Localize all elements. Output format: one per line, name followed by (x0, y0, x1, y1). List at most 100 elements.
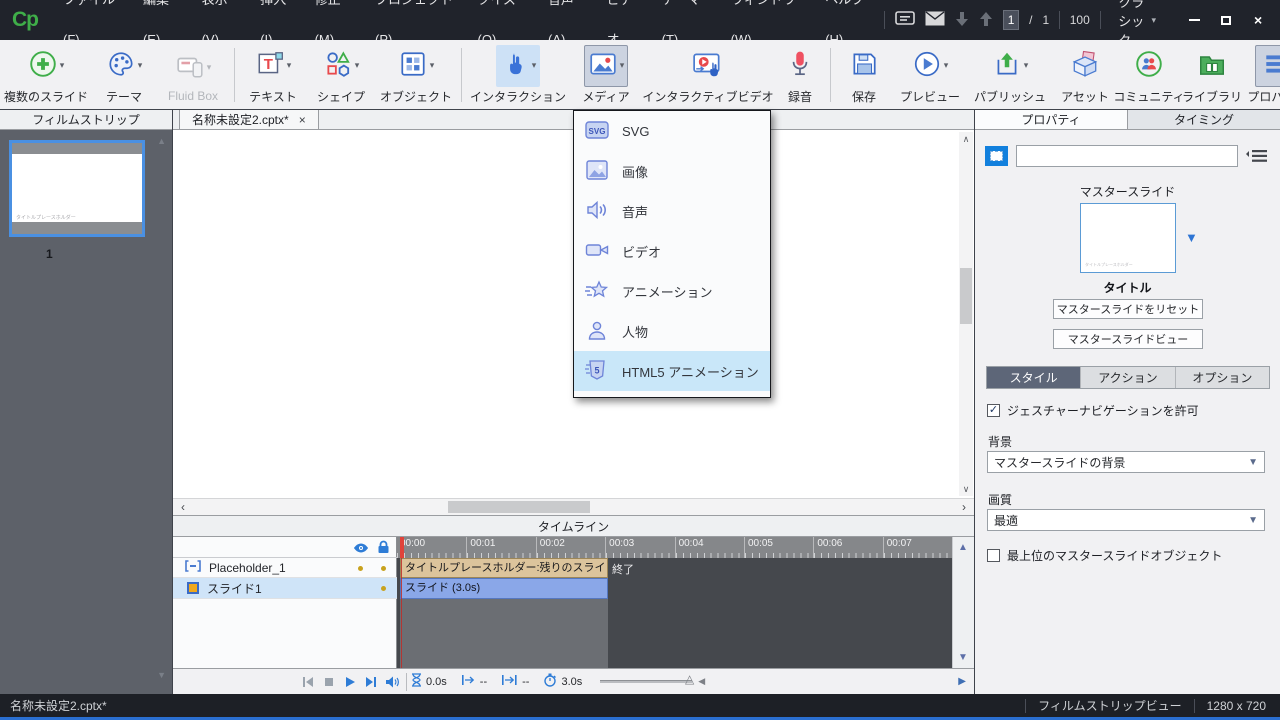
menu-item-audio[interactable]: 音声 (574, 191, 770, 231)
divider (1100, 11, 1101, 29)
community-button[interactable]: コミュニティ (1117, 42, 1181, 108)
toolbar-separator (234, 48, 235, 102)
slide-track-bar[interactable]: スライド (3.0s) (400, 578, 608, 599)
objects-button[interactable]: ▾ オブジェクト (375, 42, 457, 108)
close-button[interactable]: × (1244, 9, 1272, 31)
text-button[interactable]: T ▾ テキスト (239, 42, 307, 108)
save-button[interactable]: 保存 (835, 42, 893, 108)
media-button[interactable]: ▾ メディア (570, 42, 642, 108)
thumbnail-bottom-band (12, 222, 142, 234)
placeholder-track-bar[interactable]: タイトルプレースホルダー:残りのスライドで表示 (400, 558, 608, 578)
quality-select[interactable]: 最適 ▼ (987, 509, 1265, 531)
menu-item-image[interactable]: 画像 (574, 151, 770, 191)
slider-thumb[interactable]: △ (685, 672, 694, 686)
document-tab[interactable]: 名称未設定2.cptx* × (179, 110, 319, 129)
publish-button[interactable]: ▾ パブリッシュ (967, 42, 1053, 108)
filmstrip-header[interactable]: フィルムストリップ (0, 110, 172, 130)
master-slide-dropdown-icon[interactable]: ▼ (1185, 230, 1198, 245)
stop-button[interactable] (318, 672, 339, 692)
slide-icon (187, 582, 199, 594)
view-mode-selector[interactable]: フィルムストリップビュー (1038, 697, 1182, 714)
timeline-header[interactable]: タイムライン (173, 515, 974, 537)
shapes-button[interactable]: ▾ シェイプ (307, 42, 375, 108)
preview-button[interactable]: ▾ プレビュー (893, 42, 967, 108)
scroll-down-icon[interactable]: ∨ (959, 482, 973, 496)
timeline-scroll-right-icon[interactable]: ▶ (958, 676, 966, 687)
chevron-down-icon: ▾ (60, 61, 65, 70)
tab-options[interactable]: オプション (1175, 367, 1269, 388)
background-select[interactable]: マスタースライドの背景 ▼ (987, 451, 1265, 473)
maximize-button[interactable] (1212, 9, 1240, 31)
play-button[interactable] (339, 672, 360, 692)
scroll-up-icon[interactable]: ∧ (959, 132, 973, 146)
record-button[interactable]: 録音 (774, 42, 826, 108)
scroll-up-icon[interactable]: ▲ (157, 136, 166, 146)
menu-item-video[interactable]: ビデオ (574, 231, 770, 271)
ruler-tick: 00:02 (536, 537, 605, 558)
timeline-ruler[interactable]: 00:00 00:01 00:02 00:03 00:04 00:05 00:0… (397, 537, 952, 558)
duration-stopwatch-icon (543, 673, 557, 690)
next-slide-icon[interactable] (979, 11, 993, 30)
svg-icon: SVG (585, 120, 609, 143)
timeline-row-placeholder[interactable]: Placeholder_1 (173, 558, 397, 578)
tab-style[interactable]: スタイル (987, 367, 1080, 388)
feedback-icon[interactable] (895, 11, 915, 30)
reset-master-slide-button[interactable]: マスタースライドをリセット (1053, 299, 1203, 319)
playhead[interactable] (400, 537, 404, 558)
slides-button[interactable]: ▾ 複数のスライド (0, 42, 92, 108)
lock-icon[interactable] (377, 540, 390, 559)
divider (1194, 699, 1195, 713)
scrollbar-thumb[interactable] (448, 501, 590, 513)
mail-icon[interactable] (925, 11, 945, 29)
scroll-up-icon[interactable]: ▲ (958, 542, 968, 553)
slide-thumbnail[interactable]: タイトルプレースホルダー (9, 140, 145, 237)
tab-actions[interactable]: アクション (1080, 367, 1174, 388)
visibility-eye-icon[interactable] (353, 541, 369, 559)
go-to-start-button[interactable] (297, 672, 318, 692)
tab-properties[interactable]: プロパティ (975, 110, 1128, 129)
menu-item-characters[interactable]: 人物 (574, 311, 770, 351)
zoom-level[interactable]: 100 (1070, 13, 1090, 27)
menu-item-html5-animation[interactable]: 5 HTML5 アニメーション (574, 351, 770, 391)
interactions-button[interactable]: ▾ インタラクション (466, 42, 570, 108)
top-objects-checkbox[interactable] (987, 549, 1000, 562)
add-slide-icon (28, 49, 58, 82)
scroll-down-icon[interactable]: ▼ (958, 652, 968, 663)
timeline-row-slide[interactable]: スライド1 (173, 578, 397, 599)
menu-item-animation[interactable]: アニメーション (574, 271, 770, 311)
lock-dot[interactable] (381, 586, 386, 591)
properties-button[interactable]: プロパティ (1243, 42, 1280, 108)
go-to-end-button[interactable] (360, 672, 381, 692)
gesture-navigation-checkbox[interactable]: ✓ (987, 404, 1000, 417)
close-tab-icon[interactable]: × (299, 113, 306, 127)
visibility-dot[interactable] (358, 566, 363, 571)
timeline-zoom-slider[interactable]: △ (600, 680, 692, 683)
lock-dot[interactable] (381, 566, 386, 571)
horizontal-scrollbar[interactable]: ‹ › (173, 498, 974, 515)
vertical-scrollbar[interactable]: ∧ ∨ (959, 132, 973, 496)
interactive-video-button[interactable]: インタラクティブビデオ (642, 42, 774, 108)
library-button[interactable]: ライブラリ (1181, 42, 1243, 108)
scrollbar-thumb[interactable] (960, 268, 972, 324)
scroll-down-icon[interactable]: ▼ (157, 670, 166, 680)
ruler-tick: 00:06 (813, 537, 882, 558)
tab-timing[interactable]: タイミング (1128, 110, 1280, 129)
timeline-vertical-scrollbar[interactable]: ▲ ▼ (952, 537, 974, 668)
menu-item-svg[interactable]: SVG SVG (574, 111, 770, 151)
panel-menu-icon[interactable] (1246, 149, 1268, 163)
slide-name-input[interactable] (1016, 145, 1238, 167)
slider-left-arrow-icon[interactable]: ◀ (698, 676, 705, 687)
mute-audio-button[interactable] (381, 672, 402, 692)
master-slide-thumbnail[interactable]: タイトルプレースホルダー (1080, 203, 1176, 273)
status-bar: 名称未設定2.cptx* フィルムストリップビュー 1280 x 720 (0, 694, 1280, 720)
themes-button[interactable]: ▾ テーマ (92, 42, 156, 108)
current-slide-input[interactable]: 1 (1003, 10, 1019, 30)
master-slide-view-button[interactable]: マスタースライドビュー (1053, 329, 1203, 349)
previous-slide-icon[interactable] (955, 11, 969, 30)
elapsed-time-icon (411, 673, 422, 690)
scroll-right-icon[interactable]: › (956, 500, 972, 515)
minimize-button[interactable] (1180, 9, 1208, 31)
html5-icon: 5 (585, 360, 609, 383)
assets-button[interactable]: アセット (1053, 42, 1117, 108)
scroll-left-icon[interactable]: ‹ (175, 500, 191, 515)
